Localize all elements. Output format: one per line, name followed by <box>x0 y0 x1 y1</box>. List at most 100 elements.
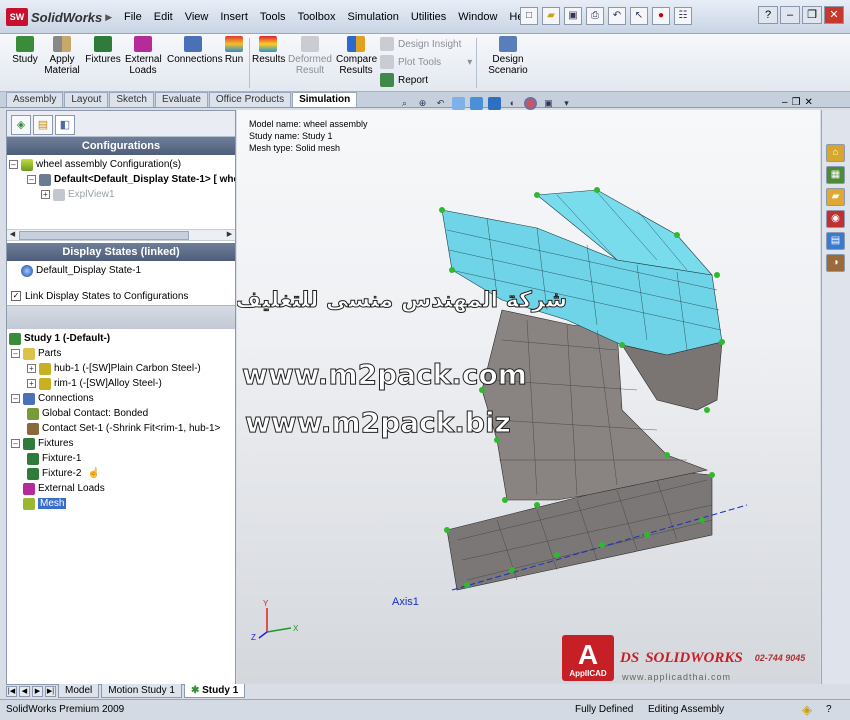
minimize-button[interactable]: – <box>780 6 800 24</box>
restore-button[interactable]: ❐ <box>802 6 822 24</box>
design-scenario-button[interactable]: Design Scenario <box>486 36 530 76</box>
fixtures-button[interactable]: Fixtures <box>85 36 121 65</box>
collapse-icon[interactable]: – <box>27 175 36 184</box>
configuration-manager-tab-icon[interactable]: ◧ <box>55 115 75 135</box>
display-state-item[interactable]: Default_Display State-1 <box>21 263 235 278</box>
zoom-to-area-icon[interactable]: ⊕ <box>416 97 429 110</box>
app-logo[interactable]: SW SolidWorks ▶ <box>6 8 112 26</box>
feature-manager-tab-icon[interactable]: ◈ <box>11 115 31 135</box>
file-explorer-icon[interactable]: ▰ <box>826 188 845 206</box>
apply-scene-icon[interactable]: ▣ <box>542 97 555 110</box>
edit-appearance-icon[interactable] <box>524 97 537 110</box>
tab-evaluate[interactable]: Evaluate <box>154 92 208 107</box>
zoom-to-fit-icon[interactable]: ⌕ <box>398 97 411 110</box>
previous-view-icon[interactable]: ↶ <box>434 97 447 110</box>
view-palette-icon[interactable]: ▤ <box>826 232 845 250</box>
study-root[interactable]: Study 1 (-Default-) <box>9 331 235 346</box>
apply-material-button[interactable]: Apply Material <box>44 36 80 76</box>
collapse-icon[interactable]: – <box>11 349 20 358</box>
menu-tools[interactable]: Tools <box>254 9 292 25</box>
horizontal-scrollbar[interactable]: ◀ ▶ <box>7 229 235 241</box>
menu-simulation[interactable]: Simulation <box>341 9 404 25</box>
new-document-icon[interactable]: □ <box>520 7 538 25</box>
menu-window[interactable]: Window <box>452 9 503 25</box>
select-pointer-icon[interactable]: ↖ <box>630 7 648 25</box>
results-button[interactable]: Results <box>252 36 285 65</box>
first-tab-icon[interactable]: |◀ <box>6 685 17 697</box>
tree-connections[interactable]: – Connections <box>9 391 235 406</box>
search-icon[interactable]: ◉ <box>826 210 845 228</box>
tab-study-1[interactable]: ✱ Study 1 <box>183 684 246 698</box>
view-settings-icon[interactable]: ▾ <box>560 97 573 110</box>
expand-icon[interactable]: + <box>41 190 50 199</box>
tree-part-rim[interactable]: + rim-1 (-[SW]Alloy Steel-) <box>9 376 235 391</box>
next-tab-icon[interactable]: ▶ <box>32 685 43 697</box>
last-tab-icon[interactable]: ▶| <box>45 685 56 697</box>
collapse-icon[interactable]: – <box>11 439 20 448</box>
expand-icon[interactable]: + <box>27 379 36 388</box>
tab-sketch[interactable]: Sketch <box>109 92 154 107</box>
options-icon[interactable]: ☷ <box>674 7 692 25</box>
tab-simulation[interactable]: Simulation <box>292 92 358 107</box>
link-display-states-checkbox[interactable]: ✓ <box>11 291 21 301</box>
quick-tips-icon[interactable]: ◈ <box>802 702 812 718</box>
section-view-icon[interactable] <box>452 97 465 110</box>
expand-icon[interactable]: + <box>27 364 36 373</box>
view-orientation-icon[interactable] <box>470 97 483 110</box>
menu-insert[interactable]: Insert <box>214 9 254 25</box>
tab-assembly[interactable]: Assembly <box>6 92 64 107</box>
tree-fixture-2[interactable]: Fixture-2 ☝ <box>9 466 235 481</box>
scroll-left-icon[interactable]: ◀ <box>7 230 18 240</box>
tree-fixture-1[interactable]: Fixture-1 <box>9 451 235 466</box>
property-manager-tab-icon[interactable]: ▤ <box>33 115 53 135</box>
mesh-model-view[interactable]: Axis1 Y X Z <box>237 110 820 684</box>
menu-utilities[interactable]: Utilities <box>405 9 452 25</box>
rebuild-traffic-light-icon[interactable]: ● <box>652 7 670 25</box>
config-default[interactable]: – Default<Default_Display State-1> [ whe… <box>9 172 235 187</box>
hide-show-items-icon[interactable]: ◐ <box>506 97 519 110</box>
tree-contact-set[interactable]: Contact Set-1 (-Shrink Fit<rim-1, hub-1> <box>9 421 235 436</box>
collapse-icon[interactable]: – <box>9 160 18 169</box>
scroll-right-icon[interactable]: ▶ <box>224 230 235 240</box>
design-library-icon[interactable]: ▦ <box>826 166 845 184</box>
config-root[interactable]: – wheel assembly Configuration(s) <box>9 157 235 172</box>
close-button[interactable]: ✕ <box>824 6 844 24</box>
undo-icon[interactable]: ↶ <box>608 7 626 25</box>
report-button[interactable]: Report <box>380 73 428 87</box>
tree-mesh[interactable]: Mesh <box>9 496 235 511</box>
scroll-thumb[interactable] <box>19 231 189 240</box>
tree-parts[interactable]: – Parts <box>9 346 235 361</box>
explode-view[interactable]: + ExplView1 <box>9 187 235 202</box>
tab-motion-study-1[interactable]: Motion Study 1 <box>101 684 182 698</box>
display-style-icon[interactable] <box>488 97 501 110</box>
design-insight-button[interactable]: Design Insight <box>380 37 461 51</box>
run-button[interactable]: Run <box>222 36 246 65</box>
compare-results-button[interactable]: Compare Results <box>336 36 377 76</box>
deformed-result-button[interactable]: Deformed Result <box>288 36 332 76</box>
status-help-icon[interactable]: ? <box>826 704 832 715</box>
minimize-icon[interactable]: – <box>782 97 788 108</box>
close-icon[interactable]: ✕ <box>805 97 813 108</box>
tree-fixtures[interactable]: – Fixtures <box>9 436 235 451</box>
appearances-icon[interactable]: ◑ <box>826 254 845 272</box>
simulation-tree-splitter[interactable] <box>7 305 235 329</box>
menu-edit[interactable]: Edit <box>148 9 179 25</box>
print-icon[interactable]: ⎙ <box>586 7 604 25</box>
plot-tools-button[interactable]: Plot Tools ▾ <box>380 55 472 69</box>
restore-icon[interactable]: ❐ <box>792 97 801 108</box>
save-icon[interactable]: ▣ <box>564 7 582 25</box>
home-icon[interactable]: ⌂ <box>826 144 845 162</box>
collapse-icon[interactable]: – <box>11 394 20 403</box>
menu-toolbox[interactable]: Toolbox <box>292 9 342 25</box>
tab-layout[interactable]: Layout <box>64 92 109 107</box>
tree-part-hub[interactable]: + hub-1 (-[SW]Plain Carbon Steel-) <box>9 361 235 376</box>
tab-model[interactable]: Model <box>58 684 100 698</box>
tree-global-contact[interactable]: Global Contact: Bonded <box>9 406 235 421</box>
menu-file[interactable]: File <box>118 9 148 25</box>
graphics-area[interactable]: Model name: wheel assembly Study name: S… <box>237 110 820 684</box>
tree-external-loads[interactable]: External Loads <box>9 481 235 496</box>
tab-office-products[interactable]: Office Products <box>208 92 292 107</box>
help-icon[interactable]: ? <box>758 6 778 24</box>
menu-view[interactable]: View <box>179 9 215 25</box>
connections-button[interactable]: Connections <box>167 36 223 65</box>
